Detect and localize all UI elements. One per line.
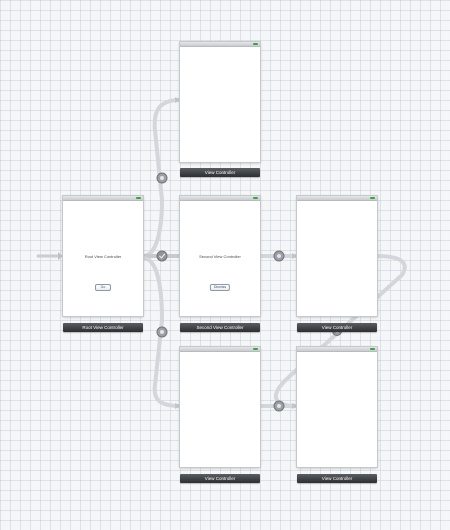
scene-title-label: Root View Controller (84, 254, 122, 259)
segue-node-bottom-right[interactable] (273, 400, 285, 412)
status-bar (180, 347, 260, 352)
scene-top-view[interactable] (180, 42, 260, 162)
go-button[interactable]: Go (95, 284, 111, 291)
segue-node-bottom[interactable] (156, 326, 168, 338)
status-bar (297, 196, 377, 201)
battery-icon (370, 197, 375, 199)
dismiss-button[interactable]: Dismiss (209, 284, 231, 291)
status-bar (180, 42, 260, 47)
battery-icon (136, 197, 141, 199)
battery-icon (253, 43, 258, 45)
scene-bar-second[interactable]: Second View Controller (180, 323, 260, 332)
status-bar (63, 196, 143, 201)
status-bar (297, 347, 377, 352)
scene-bottom-right-view[interactable] (297, 347, 377, 467)
storyboard-canvas[interactable]: View Controller Root View Controller Go … (0, 0, 450, 530)
scene-root-view[interactable]: Root View Controller Go (63, 196, 143, 316)
entry-point-arrow[interactable] (36, 252, 63, 260)
segue-node-right[interactable] (273, 250, 285, 262)
segue-node-second[interactable] (156, 250, 168, 262)
scene-bar-bottom-right[interactable]: View Controller (297, 474, 377, 483)
segue-node-top[interactable] (156, 172, 168, 184)
scene-bar-right[interactable]: View Controller (297, 323, 377, 332)
scene-bar-bottom[interactable]: View Controller (180, 474, 260, 483)
scene-title-label: Second View Controller (199, 254, 241, 259)
scene-bar-top[interactable]: View Controller (180, 168, 260, 177)
scene-right-view[interactable] (297, 196, 377, 316)
battery-icon (253, 197, 258, 199)
status-bar (180, 196, 260, 201)
scene-bar-root[interactable]: Root View Controller (63, 323, 143, 332)
battery-icon (253, 348, 258, 350)
scene-bottom-view[interactable] (180, 347, 260, 467)
scene-second-view[interactable]: Second View Controller Dismiss (180, 196, 260, 316)
battery-icon (370, 348, 375, 350)
